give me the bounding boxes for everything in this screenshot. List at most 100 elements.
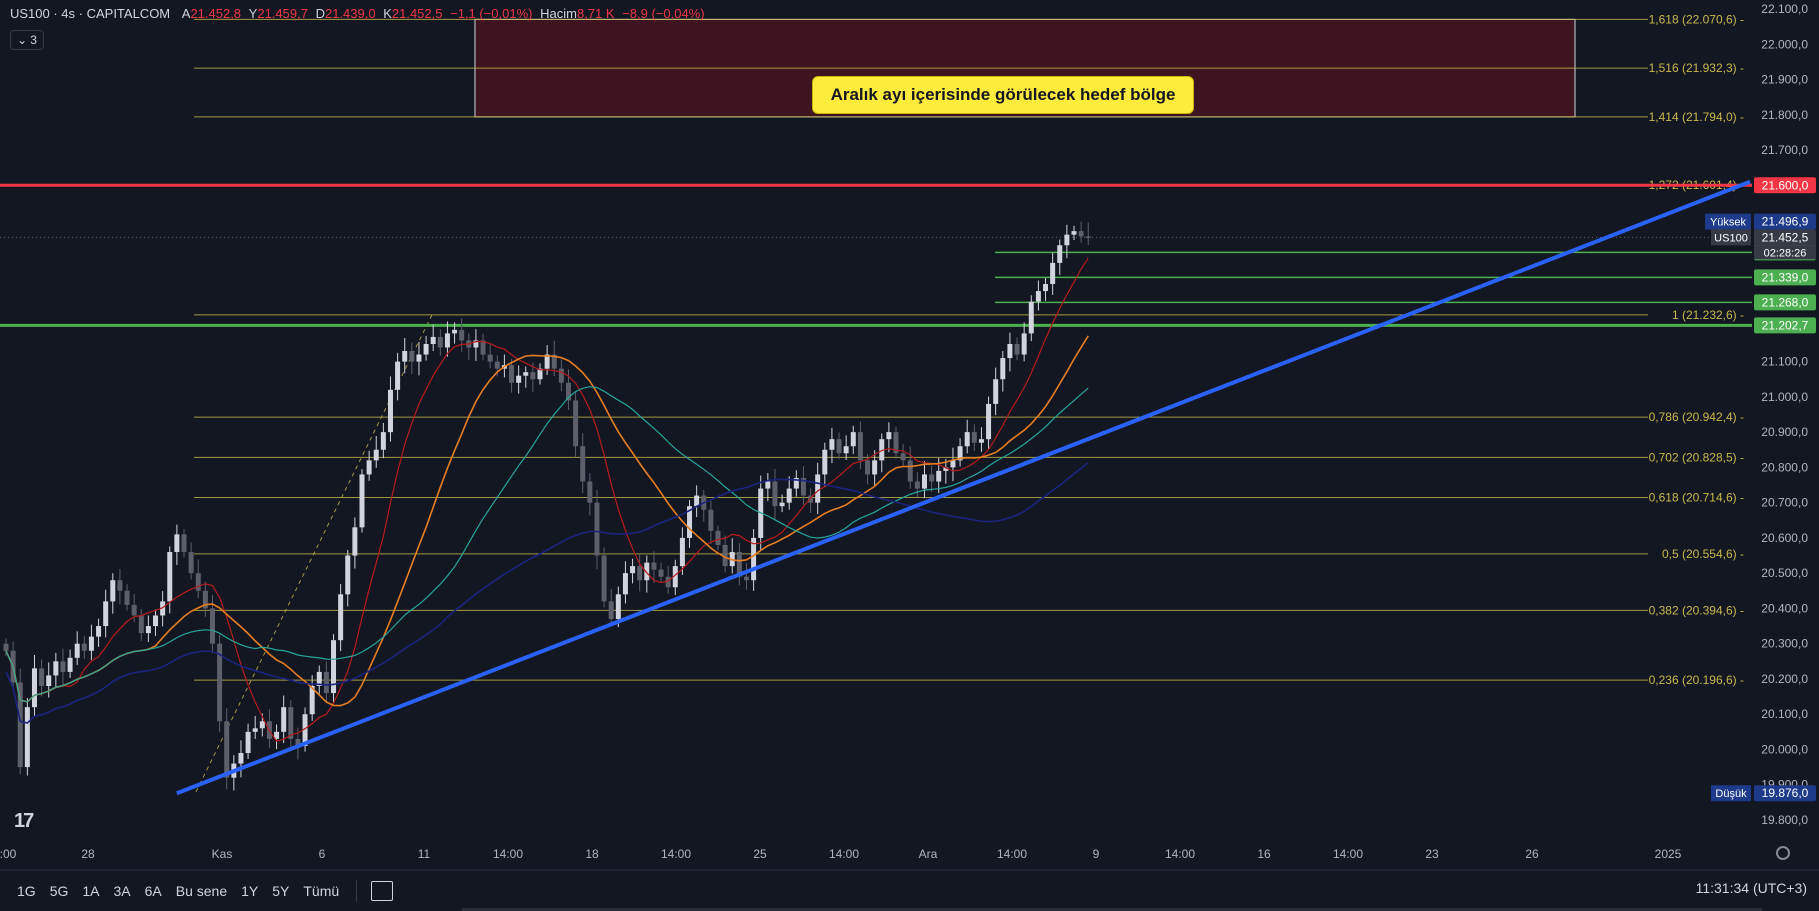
candle-body [786, 488, 792, 503]
candle-body [452, 329, 458, 334]
candle-body [1021, 333, 1027, 355]
tradingview-logo-icon[interactable]: 17 [14, 810, 34, 833]
candle-body [373, 449, 379, 461]
candle-body [843, 446, 849, 454]
symbol-tag: US100 [1714, 232, 1748, 244]
y-tick-label: 21.700,0 [1761, 143, 1808, 157]
candle-body [914, 481, 920, 489]
gear-icon[interactable] [1776, 846, 1790, 860]
candle-body [1043, 284, 1049, 292]
candle-body [3, 643, 9, 651]
y-tick-label: 20.100,0 [1761, 707, 1808, 721]
candle-body [679, 537, 685, 567]
candle-body [630, 566, 636, 574]
x-tick-label: 9 [1093, 847, 1100, 861]
x-tick-label: 26 [1525, 847, 1539, 861]
y-tick-label: 20.500,0 [1761, 566, 1808, 580]
volume-label: Hacim [540, 6, 577, 21]
price-chart[interactable]: 22.100,0 22.000,0 21.900,0 21.800,0 21.700,0… [0, 0, 1819, 911]
candle-body [131, 604, 137, 616]
x-tick-label: 14:00 [1165, 847, 1195, 861]
fib-level-label: 0,382 (20.394,6) - [1649, 603, 1744, 617]
candle-body [60, 661, 66, 672]
calendar-icon[interactable] [371, 880, 394, 901]
candle-body [1078, 231, 1084, 237]
candle-body [1071, 231, 1077, 235]
x-tick-label: 14:00 [661, 847, 691, 861]
candle-body [245, 731, 251, 754]
symbol-name[interactable]: US100 · 4s · CAPITALCOM [10, 6, 170, 21]
y-tick-label: 20.000,0 [1761, 742, 1808, 756]
ma-short-line [5, 257, 1089, 742]
timeframe-3a[interactable]: 3A [107, 883, 138, 899]
target-zone-label[interactable]: Aralık ayı içerisinde görülecek hedef bö… [812, 76, 1194, 114]
x-tick-label: 28 [81, 847, 95, 861]
timeframe-5g[interactable]: 5G [43, 883, 76, 899]
candle-body [872, 460, 878, 475]
high-badge: 21.496,9 [1762, 215, 1809, 229]
candle-body [366, 460, 372, 475]
candle-body [96, 626, 102, 637]
candle-body [708, 509, 714, 531]
candle-body [110, 580, 116, 602]
x-tick-label: 11 [418, 847, 431, 861]
candle-body [380, 432, 386, 450]
x-tick-label: Kas [212, 847, 233, 861]
candle-body [409, 351, 415, 362]
candle-body [530, 372, 536, 380]
volume-value: 8,71 K [576, 6, 615, 21]
y-tick-label: 20.800,0 [1761, 460, 1808, 474]
chevron-down-icon: ⌄ [17, 33, 28, 47]
y-tick-label: 20.700,0 [1761, 496, 1808, 510]
candle-body [281, 707, 287, 732]
candle-body [259, 721, 265, 729]
clock[interactable]: 11:31:34 (UTC+3) [1696, 880, 1807, 896]
candle-body [993, 379, 999, 404]
candle-body [815, 474, 821, 503]
x-tick-label: Ara [919, 847, 938, 861]
candle-body [986, 403, 992, 440]
candle-body [886, 432, 892, 440]
countdown: 02:28:26 [1764, 247, 1807, 259]
candle-body [117, 580, 123, 591]
timeframe-1y[interactable]: 1Y [234, 883, 265, 899]
indicator-toggle[interactable]: ⌄ 3 [10, 30, 44, 50]
candle-body [103, 601, 109, 627]
candle-body [423, 343, 429, 355]
candle-body [829, 439, 835, 450]
candle-body [188, 552, 194, 574]
fib-level-label: 1,618 (22.070,6) - [1649, 12, 1744, 26]
candle-body [743, 576, 749, 581]
candle-body [509, 365, 515, 383]
candle-body [74, 643, 80, 658]
candle-body [138, 615, 144, 634]
timeframe-all[interactable]: Tümü [296, 883, 346, 899]
candle-body [594, 502, 600, 556]
y-tick-label: 20.400,0 [1761, 601, 1808, 615]
timeframe-1g[interactable]: 1G [10, 883, 43, 899]
candle-body [345, 555, 351, 595]
candle-body [850, 432, 856, 447]
candle-body [67, 657, 73, 672]
x-tick-label: 23 [1425, 847, 1439, 861]
timeframe-5y[interactable]: 5Y [265, 883, 296, 899]
candle-body [430, 336, 436, 344]
indicator-count: 3 [30, 33, 37, 47]
open-value: 21.452,8 [190, 6, 242, 21]
candle-body [865, 460, 871, 475]
timeframe-1a[interactable]: 1A [75, 883, 106, 899]
toolbar-divider [356, 879, 358, 902]
timeframe-6a[interactable]: 6A [138, 883, 169, 899]
candle-body [907, 460, 913, 482]
candle-body [437, 336, 443, 348]
low-badge: 19.876,0 [1762, 786, 1809, 800]
candle-body [573, 400, 579, 447]
candle-body [359, 474, 365, 528]
candle-body [978, 439, 984, 443]
ma-long-line [5, 386, 1089, 703]
candle-body [24, 707, 30, 768]
timeframe-ytd[interactable]: Bu sene [169, 883, 234, 899]
candle-body [608, 601, 614, 620]
candle-body [900, 453, 906, 461]
high-value: 21.459,7 [257, 6, 308, 21]
